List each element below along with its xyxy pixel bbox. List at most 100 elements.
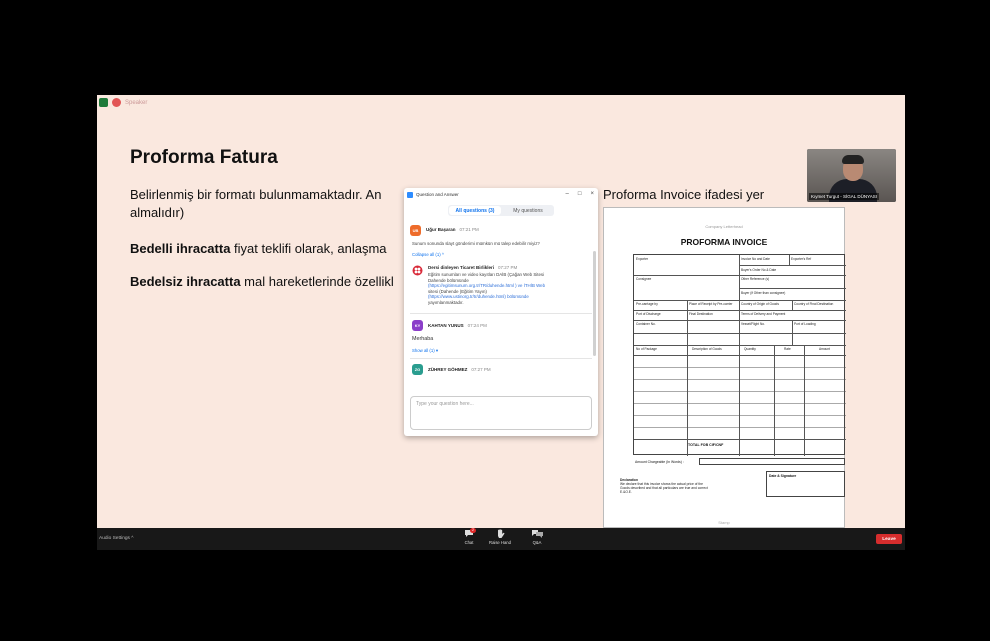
answer-link[interactable]: (https://www.ustinorg.tr/tr/duhende.html… [428, 294, 529, 299]
answer-line: yayımlanmaktadır. [428, 299, 464, 305]
raise-hand-button[interactable]: Raise Hand [489, 529, 511, 545]
invoice-total: TOTAL FOB CIF/CNF [688, 443, 724, 447]
invoice-cell: Description of Goods [692, 347, 722, 351]
grid-line [634, 333, 846, 334]
show-all-link[interactable]: Show all (1) ▾ [412, 348, 438, 354]
qa-tabs: All questions (3) My questions [448, 205, 554, 216]
share-indicator: Speaker [99, 97, 147, 108]
slide-text: mal hareketlerinde özellikl [240, 274, 394, 289]
grid-line [634, 310, 846, 311]
video-person-hair [842, 155, 864, 164]
grid-line [634, 355, 846, 356]
grid-line [634, 320, 846, 321]
answer-text: Eğitim sunumları ve video kayıtları DAİB… [428, 272, 588, 306]
chat-badge: 2 [470, 528, 476, 533]
author-name: Uğur Başaran [426, 227, 456, 232]
invoice-cell: Place of Receipt by Pre-carrier [689, 302, 733, 306]
qa-button[interactable]: Q&A [526, 529, 548, 545]
invoice-cell: Container No. [636, 322, 656, 326]
grid-line [634, 391, 846, 392]
video-name-label: Kıymet Turgut - SİGAL DÜNYASI [809, 193, 880, 200]
grid-line [634, 345, 846, 346]
share-label: Speaker [125, 99, 148, 106]
invoice-cell: Vessel/Flight No. [741, 322, 765, 326]
invoice-declaration: Declaration We declare that this invoice… [620, 478, 708, 494]
shield-icon [99, 98, 108, 107]
invoice-cell: Terms of Delivery and Payment [741, 312, 786, 316]
slide-paragraph-3: Bedelsiz ihracatta mal hareketlerinde öz… [130, 273, 394, 291]
answer-time: 07:27 PM [497, 265, 518, 270]
invoice-title: PROFORMA INVOICE [680, 237, 768, 247]
invoice-amount-words: Amount Chargeable (In Words) : [635, 460, 684, 464]
invoice-cell: No of Package [636, 347, 657, 351]
invoice-cell: Country of Origin of Goods [741, 302, 779, 306]
qa-titlebar[interactable]: Question and Answer – □ × [404, 188, 598, 201]
avatar: KY [412, 320, 423, 331]
qa-icon [531, 529, 543, 540]
question-input[interactable]: Type your question here... [410, 396, 592, 430]
invoice-cell: Invoice No and Date [741, 257, 770, 261]
chat-label: Chat [464, 540, 474, 545]
qa-scrollbar[interactable] [593, 251, 596, 356]
declaration-line: Goods described and that all particulars… [620, 486, 708, 490]
invoice-cell: Pre-carriage by [636, 302, 658, 306]
slide-text: Belirlenmiş bir formatı bulunmamaktadır.… [130, 187, 382, 202]
invoice-cell: Buyer's Order No & Date [741, 268, 777, 272]
collapse-link[interactable]: Collapse all (1) ^ [412, 252, 444, 257]
grid-line [634, 403, 846, 404]
qa-title: Question and Answer [416, 192, 459, 197]
answer-author: Dersi dinleyen Ticaret Birlikleri 07:27 P… [428, 265, 517, 270]
author-name: Dersi dinleyen Ticaret Birlikleri [428, 265, 494, 270]
grid-line [634, 439, 846, 440]
qa-bubbles-icon [531, 530, 543, 538]
minimize-button[interactable]: – [566, 191, 569, 197]
invoice-cell: Consignee [636, 277, 652, 281]
invoice-cell: Amount [819, 347, 830, 351]
invoice-signature: Date & Signature [769, 474, 797, 478]
close-button[interactable]: × [590, 191, 594, 197]
grid-line [634, 300, 846, 301]
avatar: ZG [412, 364, 423, 375]
invoice-cell: Country of Final Destination [794, 302, 834, 306]
leave-button[interactable]: Leave [876, 534, 902, 544]
invoice-grid: Exporter Invoice No and Date Exporter's … [633, 254, 846, 456]
question-time: 07:21 PM [459, 227, 479, 232]
chat-button[interactable]: 2 Chat [458, 528, 480, 545]
question-text: Sunum sonunda slayt gönderimi mümkün mü … [412, 241, 540, 246]
window-controls: – □ × [566, 191, 594, 197]
invoice-cell: Exporter's Ref [791, 257, 812, 261]
question-author: KAHTAN YUNUS 07:24 PM [428, 323, 487, 328]
tab-my-questions[interactable]: My questions [502, 205, 554, 216]
slide-paragraph-2: Bedelli ihracatta fiyat teklifi olarak, … [130, 240, 387, 258]
declaration-line: E.&O.E. [620, 490, 632, 494]
grid-line [634, 275, 846, 276]
slide-bold: Bedelsiz ihracatta [130, 274, 241, 289]
grid-line [739, 265, 846, 266]
record-icon [112, 98, 121, 107]
org-logo-icon [412, 265, 423, 276]
maximize-button[interactable]: □ [578, 191, 582, 197]
invoice-cell: Rate [784, 347, 791, 351]
answer-link[interactable]: (https://egitimsunum.org.tr/TR/duhende.h… [428, 283, 545, 288]
answer-line: sitesi (Dahende (Eğitim Yayın) [428, 288, 487, 294]
avatar: UB [410, 225, 421, 236]
audio-settings-button[interactable]: Audio Settings ^ [99, 536, 134, 541]
raise-hand-icon [497, 529, 504, 538]
invoice-cell: Port of Discharge [636, 312, 661, 316]
invoice-cell: Final Destination [689, 312, 713, 316]
slide-paragraph-1: Belirlenmiş bir formatı bulunmamaktadır.… [130, 186, 764, 204]
question-text: Merhaba [412, 336, 434, 342]
speaker-video[interactable]: Kıymet Turgut - SİGAL DÜNYASI [807, 149, 896, 202]
avatar-logo [412, 265, 423, 276]
invoice-cell: Exporter [636, 257, 649, 261]
invoice-cell: Buyer (if Other than consignee) [741, 291, 786, 295]
grid-line [739, 288, 846, 289]
qa-label: Q&A [532, 540, 542, 545]
raise-hand-label: Raise Hand [489, 540, 511, 545]
grid-line [792, 300, 793, 310]
slide-title: Proforma Fatura [130, 147, 278, 168]
invoice-cell: Port of Loading [794, 322, 816, 326]
tab-all-questions[interactable]: All questions (3) [449, 206, 501, 215]
proforma-invoice-image: Company Letterhead PROFORMA INVOICE Expo… [603, 207, 846, 528]
separator [410, 358, 592, 359]
